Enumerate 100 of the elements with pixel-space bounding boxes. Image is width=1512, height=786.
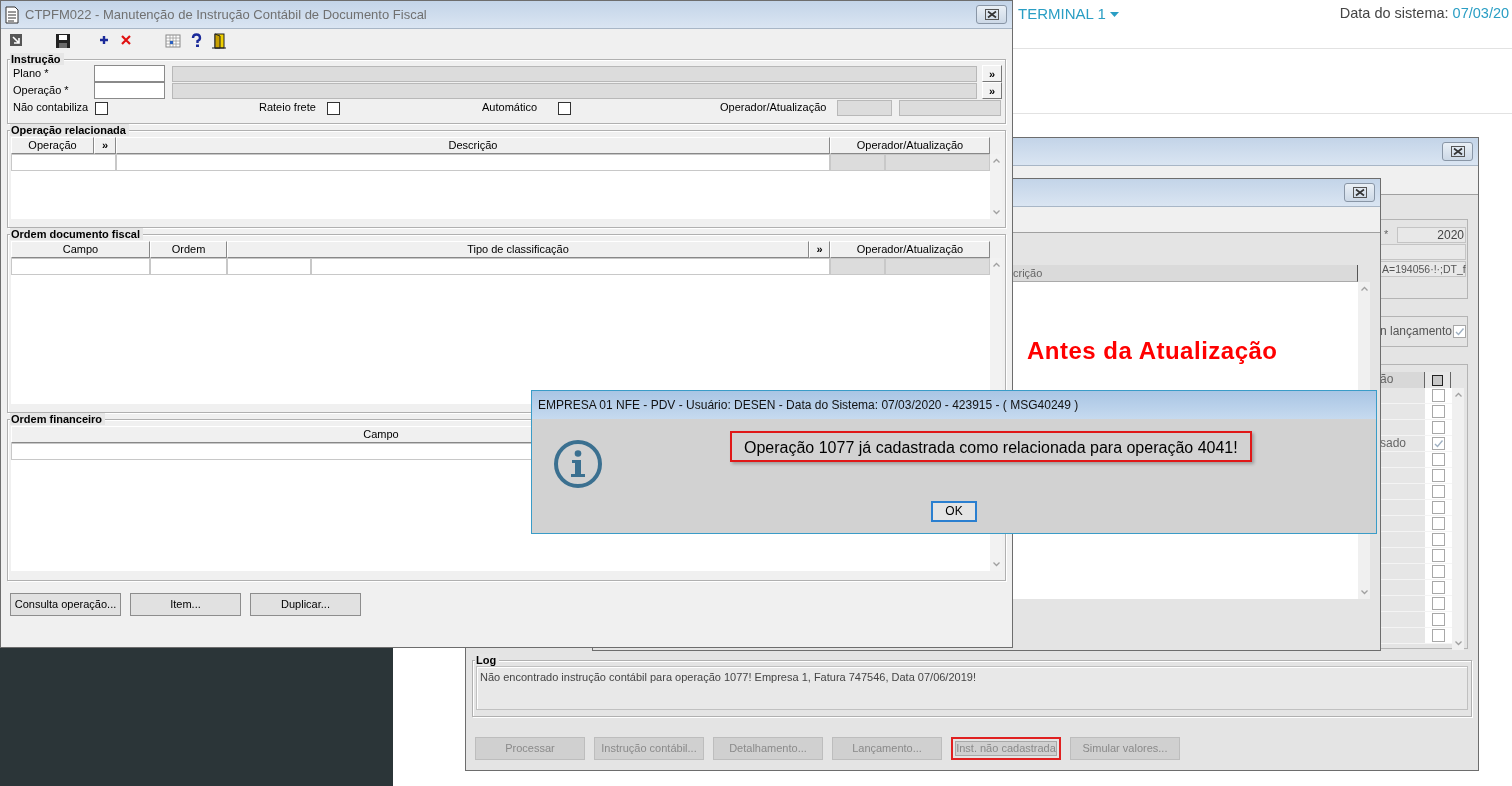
grid-cell[interactable]	[116, 154, 830, 171]
close-button[interactable]	[1442, 142, 1473, 161]
column-header: Ordem	[150, 241, 227, 258]
close-button[interactable]	[1344, 183, 1375, 202]
option-label: n lançamento	[1380, 324, 1453, 339]
grid-cell[interactable]	[227, 258, 311, 275]
field-label: Operação *	[13, 83, 70, 98]
expand-button[interactable]: »	[809, 241, 830, 258]
checkbox[interactable]	[1432, 437, 1445, 450]
exit-door-icon[interactable]	[211, 33, 227, 49]
lookup-button[interactable]: »	[982, 65, 1002, 82]
action-button[interactable]: Item...	[130, 593, 241, 616]
grid-cell[interactable]	[311, 258, 830, 275]
enter-icon[interactable]	[9, 33, 23, 49]
action-button[interactable]: Duplicar...	[250, 593, 361, 616]
grid-cell[interactable]	[885, 258, 990, 275]
checkbox[interactable]	[1453, 325, 1466, 338]
column-header: Tipo de classificação	[227, 241, 809, 258]
scroll-up-icon[interactable]	[991, 261, 1001, 269]
group-title: Operação relacionada	[10, 124, 129, 136]
checkbox[interactable]	[1432, 581, 1445, 594]
field-label: Operador/Atualização	[720, 101, 828, 115]
scroll-down-icon[interactable]	[1453, 639, 1463, 647]
checkbox[interactable]	[558, 101, 571, 115]
description-field[interactable]	[172, 65, 977, 82]
checkbox[interactable]	[1432, 405, 1445, 418]
input-field[interactable]	[94, 65, 165, 82]
action-button[interactable]: Consulta operação...	[10, 593, 121, 616]
checkbox[interactable]	[1432, 517, 1445, 530]
save-icon[interactable]	[55, 33, 71, 49]
grid-cell[interactable]	[830, 154, 885, 171]
select-all-header[interactable]	[1425, 372, 1451, 388]
scroll-up-icon[interactable]	[1359, 285, 1369, 293]
close-button[interactable]	[976, 5, 1007, 24]
input-field: 2020	[1397, 227, 1466, 243]
option-label: Não contabiliza	[13, 101, 90, 115]
grid-cell[interactable]	[885, 154, 990, 171]
group-title: Ordem financeiro	[10, 413, 106, 425]
ok-button[interactable]: OK	[931, 501, 977, 522]
close-icon	[984, 9, 999, 20]
scroll-down-icon[interactable]	[991, 560, 1001, 568]
group-title: Log	[475, 654, 500, 666]
checkbox[interactable]	[1432, 501, 1445, 514]
close-icon	[1450, 146, 1465, 157]
checkbox[interactable]	[1432, 549, 1445, 562]
checkbox[interactable]	[1432, 469, 1445, 482]
help-icon[interactable]	[189, 33, 203, 49]
log-text: Não encontrado instrução contábil para operação 1077! Empresa 1, Fatura 747546, Data 07/06/2019!	[476, 666, 1468, 710]
group-title: Ordem documento fiscal	[10, 228, 143, 240]
input-field[interactable]	[94, 82, 165, 99]
window-title: CTPFM022 - Manutenção de Instrução Contábil de Documento Fiscal	[25, 6, 427, 23]
date-value: 07/03/20	[1452, 5, 1510, 23]
info-icon	[553, 439, 603, 489]
input-field: A=194056·!·;DT_f	[1380, 261, 1466, 277]
option-label: Automático	[482, 101, 539, 115]
checkbox[interactable]	[1432, 389, 1445, 402]
close-icon	[1352, 187, 1367, 198]
grid-cell[interactable]	[11, 154, 116, 171]
field-label: *	[1383, 228, 1390, 242]
scroll-down-icon[interactable]	[991, 208, 1001, 216]
scroll-up-icon[interactable]	[991, 157, 1001, 165]
field-label: Plano *	[13, 66, 50, 81]
column-header: crição	[1013, 265, 1358, 282]
date-label: Data do sistema:	[1339, 5, 1449, 23]
checkbox[interactable]	[1432, 453, 1445, 466]
input-field[interactable]	[837, 100, 892, 116]
grid-cell[interactable]	[11, 258, 150, 275]
checkbox[interactable]	[1432, 613, 1445, 626]
checkbox[interactable]	[1432, 629, 1445, 642]
dialog-title: EMPRESA 01 NFE - PDV - Usuário: DESEN - Data do Sistema: 07/03/2020 - 423915 - ( MSG40249 )	[532, 391, 1376, 419]
column-header: Operação	[11, 137, 94, 154]
checkbox[interactable]	[1432, 565, 1445, 578]
expand-button[interactable]: »	[94, 137, 116, 154]
document-icon	[5, 5, 19, 24]
checkbox-icon	[1432, 374, 1443, 386]
group-title: Instrução	[10, 53, 64, 65]
calendar-icon[interactable]	[165, 33, 181, 49]
column-header: Campo	[11, 241, 150, 258]
checkbox[interactable]	[327, 101, 340, 115]
checkbox[interactable]	[1432, 533, 1445, 546]
message-text: Operação 1077 já cadastrada como relacionada para operação 4041!	[730, 431, 1252, 462]
scroll-down-icon[interactable]	[1359, 588, 1369, 596]
caret-icon	[1109, 11, 1119, 17]
lookup-button[interactable]: »	[982, 82, 1002, 99]
checkbox[interactable]	[1432, 421, 1445, 434]
grid-cell[interactable]	[150, 258, 227, 275]
checkbox[interactable]	[1432, 485, 1445, 498]
column-header: Descrição	[116, 137, 830, 154]
description-field[interactable]	[172, 82, 977, 99]
scroll-up-icon[interactable]	[1453, 391, 1463, 399]
checkbox[interactable]	[1432, 597, 1445, 610]
scrollbar[interactable]	[1452, 388, 1464, 650]
column-header: Operador/Atualização	[830, 241, 990, 258]
checkbox[interactable]	[95, 101, 108, 115]
input-field[interactable]	[899, 100, 1001, 116]
column-header: Operador/Atualização	[830, 137, 990, 154]
column-header: ão	[1380, 372, 1425, 388]
annotation-text: Antes da Atualização	[1027, 337, 1278, 366]
option-label: Rateio frete	[259, 101, 317, 115]
grid-cell[interactable]	[830, 258, 885, 275]
